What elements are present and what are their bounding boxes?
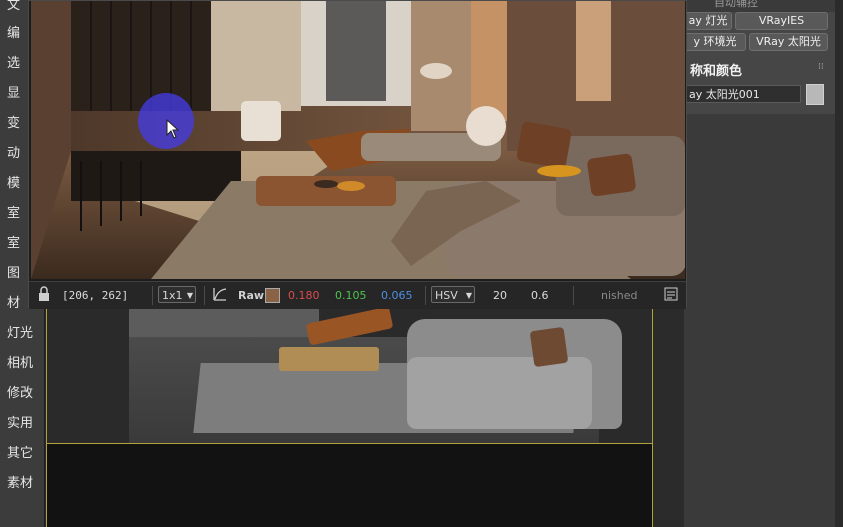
vray-sun-button[interactable]: VRay 太阳光	[749, 33, 828, 51]
separator	[425, 286, 426, 305]
saturation-value: 0.6	[531, 289, 549, 302]
pixel-coordinates: [206, 262]	[62, 289, 129, 302]
vrayies-button[interactable]: VRayIES	[735, 12, 828, 30]
hue-value: 20	[493, 289, 507, 302]
ratio-value: 1x1	[162, 289, 183, 302]
menu-item-camera[interactable]: 相机	[7, 352, 33, 371]
name-color-section-title[interactable]: 称和颜色	[690, 60, 742, 79]
lock-icon[interactable]	[37, 286, 51, 305]
curve-icon[interactable]	[212, 286, 228, 305]
render-status-text: nished	[601, 289, 638, 302]
menu-item-other[interactable]: 其它	[7, 442, 33, 461]
viewport-cushion	[529, 326, 569, 368]
frame-buffer-statusbar: [206, 262] 1x1 ▼ Raw 0.180 0.105 0.065 H…	[29, 281, 686, 309]
menu-item-edit[interactable]: 编	[7, 22, 20, 41]
menu-item-file[interactable]: 文	[7, 0, 20, 13]
mouse-cursor-icon	[166, 119, 180, 139]
menu-item-utility[interactable]: 实用	[7, 412, 33, 431]
menu-item-assets[interactable]: 素材	[7, 472, 33, 491]
viewport-coffee-table	[279, 347, 379, 371]
rendered-interior-image	[31, 1, 685, 279]
panel-empty-area	[684, 114, 835, 527]
menu-item-model[interactable]: 模	[7, 172, 20, 191]
menu-item-graph[interactable]: 图	[7, 262, 20, 281]
perspective-viewport[interactable]	[46, 300, 653, 444]
vray-frame-buffer-window[interactable]: [206, 262] 1x1 ▼ Raw 0.180 0.105 0.065 H…	[28, 0, 687, 309]
sampled-color-swatch	[265, 288, 280, 303]
menu-item-interior[interactable]: 室	[7, 202, 20, 221]
vray-ambient-button[interactable]: y 环境光	[684, 33, 746, 51]
object-name-field[interactable]: ay 太阳光001	[684, 85, 801, 103]
section-collapse-icon[interactable]: ⁞⁞	[818, 62, 824, 72]
ratio-dropdown[interactable]: 1x1 ▼	[158, 286, 196, 303]
separator	[573, 286, 574, 305]
menu-item-display[interactable]: 显	[7, 82, 20, 101]
menu-item-select[interactable]: 选	[7, 52, 20, 71]
menu-item-lights[interactable]: 灯光	[7, 322, 33, 341]
viewport-sofa-seat	[407, 357, 592, 429]
menu-item-exterior[interactable]: 室	[7, 232, 20, 251]
menu-item-material[interactable]: 材	[7, 292, 20, 311]
color-space-dropdown[interactable]: HSV ▼	[431, 286, 475, 303]
panel-top-strip: 自动辅控	[684, 0, 835, 12]
render-image[interactable]	[31, 1, 685, 279]
chevron-down-icon: ▼	[465, 291, 472, 300]
color-space-value: HSV	[435, 289, 458, 302]
viewport-bottom-area	[46, 444, 653, 527]
separator	[204, 286, 205, 305]
separator	[152, 286, 153, 305]
green-value: 0.105	[335, 289, 367, 302]
menu-item-transform[interactable]: 变	[7, 112, 20, 131]
object-color-swatch[interactable]	[806, 84, 824, 105]
history-panel-icon[interactable]	[664, 287, 678, 304]
color-mode-label[interactable]: Raw	[238, 289, 264, 302]
auto-grid-label: 自动辅控	[714, 0, 758, 9]
menu-item-animation[interactable]: 动	[7, 142, 20, 161]
red-value: 0.180	[288, 289, 320, 302]
vray-light-button[interactable]: ay 灯光	[684, 12, 732, 30]
menu-item-modify[interactable]: 修改	[7, 382, 33, 401]
chevron-down-icon: ▼	[186, 291, 193, 300]
blue-value: 0.065	[381, 289, 413, 302]
